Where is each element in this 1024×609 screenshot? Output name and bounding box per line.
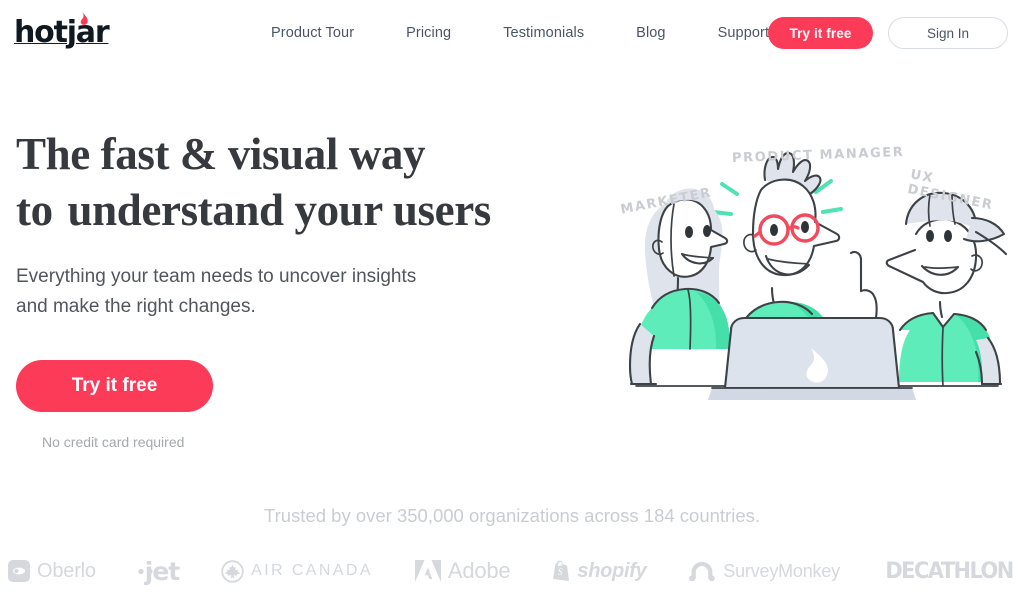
adobe-label: Adobe bbox=[447, 558, 511, 583]
surveymonkey-arch-icon bbox=[688, 561, 716, 581]
hero-subtext-line-2: and make the right changes. bbox=[16, 296, 256, 317]
shopify-label: shopify bbox=[577, 559, 647, 582]
headline-line-2: to understand your users bbox=[16, 182, 576, 238]
hero-try-it-free-button[interactable]: Try it free bbox=[16, 360, 213, 412]
character-marketer bbox=[628, 188, 732, 387]
hotjar-logo[interactable]: hotjar bbox=[14, 12, 144, 52]
surveymonkey-label: SurveyMonkey bbox=[723, 560, 840, 581]
logo-shopify: S shopify bbox=[552, 559, 647, 583]
social-proof-headline: Trusted by over 350,000 organizations ac… bbox=[263, 505, 760, 526]
hero-copy: The fast & visual way to understand your… bbox=[16, 126, 576, 450]
landing-page: hotjar Product Tour Pricing Testimonials… bbox=[0, 0, 1024, 609]
maple-leaf-circle-icon bbox=[221, 559, 244, 583]
laptop bbox=[708, 316, 916, 400]
adobe-a-icon bbox=[414, 560, 441, 582]
air-canada-label: AIR CANADA bbox=[251, 562, 373, 579]
logo-surveymonkey: SurveyMonkey bbox=[688, 561, 840, 582]
nav-product-tour[interactable]: Product Tour bbox=[245, 25, 380, 41]
oberlo-square-icon bbox=[8, 560, 30, 582]
hero-subtext: Everything your team needs to uncover in… bbox=[16, 262, 576, 322]
logo-jet: jet bbox=[138, 556, 180, 586]
svg-text:S: S bbox=[558, 567, 563, 577]
nav-blog[interactable]: Blog bbox=[610, 25, 691, 41]
headline-line-1: The fast & visual way bbox=[16, 129, 426, 179]
hero-illustration: .ln { fill:none; stroke:#3d4247; stroke-… bbox=[600, 132, 1024, 442]
header-try-it-free-button[interactable]: Try it free bbox=[768, 17, 873, 49]
logo-air-canada: AIR CANADA bbox=[221, 559, 373, 583]
hero-subtext-line-1: Everything your team needs to uncover in… bbox=[16, 266, 417, 287]
logo-wordmark: hotjar bbox=[14, 15, 110, 50]
no-credit-card-note: No credit card required bbox=[42, 434, 185, 450]
logo-decathlon: DECATHLON bbox=[882, 559, 1016, 584]
main-navigation: Product Tour Pricing Testimonials Blog S… bbox=[245, 0, 795, 66]
logo-adobe: Adobe bbox=[414, 558, 511, 584]
headline-highlighted-phrase: understand your users bbox=[64, 182, 495, 238]
sign-in-button[interactable]: Sign In bbox=[888, 17, 1008, 49]
flame-icon bbox=[76, 12, 89, 28]
logo-oberlo: Oberlo bbox=[8, 560, 96, 583]
customer-logo-row: Oberlo jet AIR CANADA Adobe S shopify Su… bbox=[0, 548, 1024, 594]
page-title: The fast & visual way to understand your… bbox=[16, 126, 576, 238]
site-header: hotjar Product Tour Pricing Testimonials… bbox=[0, 0, 1024, 66]
character-ux-designer bbox=[885, 191, 1008, 387]
nav-pricing[interactable]: Pricing bbox=[380, 25, 477, 41]
oberlo-label: Oberlo bbox=[37, 559, 96, 582]
shopify-bag-icon: S bbox=[552, 560, 570, 582]
jet-label: jet bbox=[144, 556, 180, 586]
nav-testimonials[interactable]: Testimonials bbox=[477, 25, 610, 41]
decathlon-label: DECATHLON bbox=[885, 558, 1014, 584]
headline-prefix: to bbox=[16, 185, 64, 235]
